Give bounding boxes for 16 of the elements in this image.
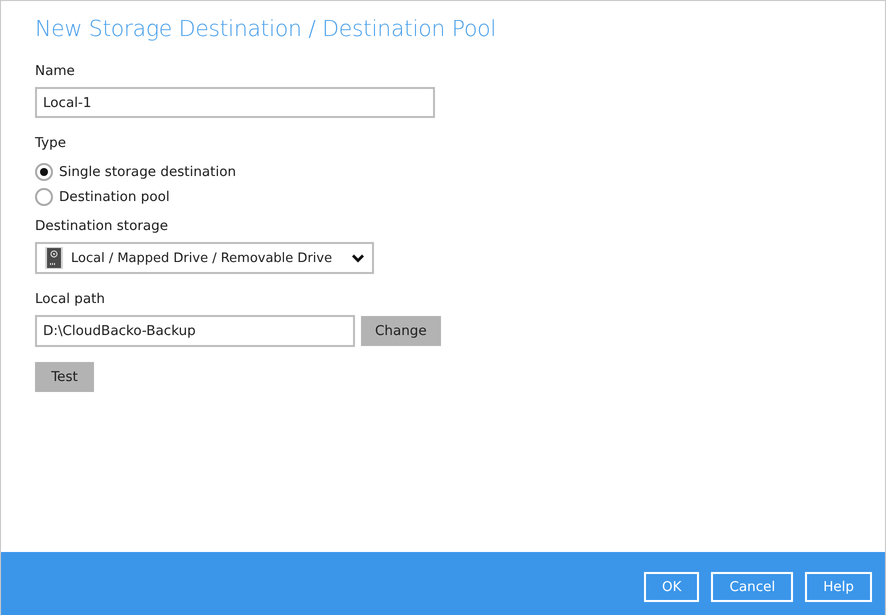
radio-label[interactable]: Single storage destination xyxy=(59,164,236,180)
radio-label[interactable]: Destination pool xyxy=(59,188,170,204)
change-button[interactable]: Change xyxy=(361,316,441,346)
chevron-down-icon xyxy=(352,254,364,262)
radio-button[interactable] xyxy=(35,188,53,206)
hard-drive-icon xyxy=(45,247,63,269)
path-field[interactable]: D:\CloudBacko-Backup xyxy=(35,315,355,347)
name-field[interactable]: Local-1 xyxy=(35,87,435,118)
storage-dropdown[interactable]: Local / Mapped Drive / Removable Drive xyxy=(35,242,374,274)
field-label: Destination storage xyxy=(35,217,168,235)
field-label: Name xyxy=(35,62,75,80)
field-label: Local path xyxy=(35,290,105,308)
radio-button[interactable] xyxy=(35,162,53,180)
field-label: Type xyxy=(35,134,66,152)
dialog-title: New Storage Destination / Destination Pool xyxy=(35,17,496,42)
test-button[interactable]: Test xyxy=(35,362,94,392)
